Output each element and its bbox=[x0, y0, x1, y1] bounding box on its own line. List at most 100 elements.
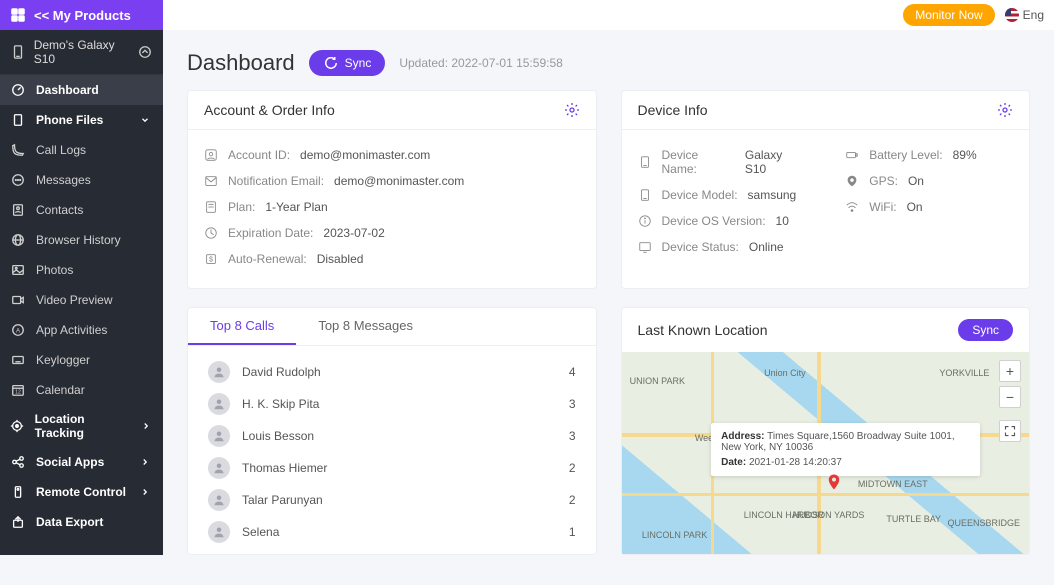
device-right-row-1: GPS: On bbox=[845, 168, 1013, 194]
call-row-count: 4 bbox=[558, 365, 576, 379]
map[interactable]: Union CityWeeLINCOLN HARBORHUDSON YARDSM… bbox=[622, 352, 1030, 554]
sidebar-item-location-tracking[interactable]: Location Tracking bbox=[0, 405, 163, 447]
call-row-count: 1 bbox=[558, 525, 576, 539]
call-row-name: David Rudolph bbox=[242, 365, 352, 379]
account-row-0: Account ID: demo@monimaster.com bbox=[204, 142, 580, 168]
sidebar-item-contacts[interactable]: Contacts bbox=[0, 195, 163, 225]
map-zoom-in-button[interactable]: + bbox=[999, 360, 1021, 382]
device-left-row-3: Device Status: Online bbox=[638, 234, 806, 260]
sidebar-item-keylogger[interactable]: Keylogger bbox=[0, 345, 163, 375]
my-products-label: << My Products bbox=[34, 8, 131, 23]
sidebar-item-label: Photos bbox=[36, 263, 73, 277]
call-row-1[interactable]: H. K. Skip Pita3 bbox=[208, 388, 576, 420]
sidebar-item-label: Video Preview bbox=[36, 293, 113, 307]
export-icon bbox=[10, 514, 26, 530]
gps-icon bbox=[845, 174, 859, 188]
device-right-row-2-value: On bbox=[907, 200, 923, 214]
sidebar-device-selector[interactable]: Demo's Galaxy S10 bbox=[0, 30, 163, 75]
clock-icon bbox=[204, 226, 218, 240]
call-row-bar bbox=[364, 401, 546, 407]
account-settings-gear-icon[interactable] bbox=[564, 102, 580, 118]
wifi-icon bbox=[845, 200, 859, 214]
sidebar-item-data-export[interactable]: Data Export bbox=[0, 507, 163, 537]
phone-icon bbox=[10, 142, 26, 158]
sidebar-item-dashboard[interactable]: Dashboard bbox=[0, 75, 163, 105]
map-zoom-out-button[interactable]: − bbox=[999, 386, 1021, 408]
tab-top-messages[interactable]: Top 8 Messages bbox=[296, 308, 435, 345]
sidebar-item-browser-history[interactable]: Browser History bbox=[0, 225, 163, 255]
sidebar-item-app-activities[interactable]: AApp Activities bbox=[0, 315, 163, 345]
location-sync-button[interactable]: Sync bbox=[958, 319, 1013, 341]
call-row-name: Louis Besson bbox=[242, 429, 352, 443]
call-row-3[interactable]: Thomas Hiemer 2 bbox=[208, 452, 576, 484]
sidebar-item-label: Call Logs bbox=[36, 143, 86, 157]
device-right-row-0: Battery Level: 89% bbox=[845, 142, 1013, 168]
sidebar-item-photos[interactable]: Photos bbox=[0, 255, 163, 285]
call-row-count: 3 bbox=[558, 397, 576, 411]
account-info-card: Account & Order Info Account ID: demo@mo… bbox=[187, 90, 597, 289]
avatar-icon bbox=[208, 393, 230, 415]
map-marker-icon[interactable] bbox=[825, 473, 843, 491]
account-row-3: Expiration Date: 2023-07-02 bbox=[204, 220, 580, 246]
sidebar-item-remote-control[interactable]: Remote Control bbox=[0, 477, 163, 507]
sidebar-item-messages[interactable]: Messages bbox=[0, 165, 163, 195]
sidebar-item-label: Calendar bbox=[36, 383, 85, 397]
map-place-label: HUDSON YARDS bbox=[793, 510, 865, 520]
call-row-bar bbox=[364, 497, 546, 503]
avatar-icon bbox=[208, 489, 230, 511]
device-right-row-0-label: Battery Level: bbox=[869, 148, 942, 162]
chevron-right-icon bbox=[138, 418, 153, 434]
sidebar-item-social-apps[interactable]: Social Apps bbox=[0, 447, 163, 477]
device-left-row-0-label: Device Name: bbox=[662, 148, 735, 176]
call-row-bar bbox=[364, 433, 546, 439]
call-row-count: 2 bbox=[558, 461, 576, 475]
language-selector[interactable]: Eng bbox=[1005, 8, 1044, 22]
tab-top-calls[interactable]: Top 8 Calls bbox=[188, 308, 296, 345]
device-left-row-0: Device Name: Galaxy S10 bbox=[638, 142, 806, 182]
map-place-label: Union City bbox=[764, 368, 806, 378]
account-row-2: Plan: 1-Year Plan bbox=[204, 194, 580, 220]
device-left-row-2-value: 10 bbox=[776, 214, 789, 228]
device-icon bbox=[638, 188, 652, 202]
call-row-2[interactable]: Louis Besson3 bbox=[208, 420, 576, 452]
my-products-link[interactable]: << My Products bbox=[0, 0, 163, 30]
keyboard-icon bbox=[10, 352, 26, 368]
sidebar-item-call-logs[interactable]: Call Logs bbox=[0, 135, 163, 165]
sidebar-item-label: Data Export bbox=[36, 515, 103, 529]
sync-button[interactable]: Sync bbox=[309, 50, 386, 76]
device-info-card: Device Info Device Name: Galaxy S10Devic… bbox=[621, 90, 1031, 289]
call-row-0[interactable]: David Rudolph 4 bbox=[208, 356, 576, 388]
device-left-row-1-value: samsung bbox=[748, 188, 797, 202]
plan-icon bbox=[204, 200, 218, 214]
device-left-row-0-value: Galaxy S10 bbox=[745, 148, 805, 176]
sidebar-item-label: Dashboard bbox=[36, 83, 99, 97]
device-left-row-1-label: Device Model: bbox=[662, 188, 738, 202]
map-place-label: UNION PARK bbox=[630, 376, 685, 386]
map-fullscreen-button[interactable] bbox=[999, 420, 1021, 442]
device-settings-gear-icon[interactable] bbox=[997, 102, 1013, 118]
call-row-4[interactable]: Talar Parunyan2 bbox=[208, 484, 576, 516]
device-right-row-2-label: WiFi: bbox=[869, 200, 896, 214]
device-right-row-1-label: GPS: bbox=[869, 174, 898, 188]
sidebar-item-label: Keylogger bbox=[36, 353, 90, 367]
call-row-name: Talar Parunyan bbox=[242, 493, 352, 507]
device-left-row-1: Device Model: samsung bbox=[638, 182, 806, 208]
apps-icon: A bbox=[10, 322, 26, 338]
sidebar-item-phone-files[interactable]: Phone Files bbox=[0, 105, 163, 135]
call-row-name: Thomas Hiemer bbox=[242, 461, 352, 475]
dashboard-icon bbox=[10, 82, 26, 98]
popup-address-label: Address: bbox=[721, 431, 764, 442]
contacts-icon bbox=[10, 202, 26, 218]
svg-text:$: $ bbox=[209, 257, 213, 264]
call-row-bar bbox=[364, 465, 546, 471]
sidebar-device-name: Demo's Galaxy S10 bbox=[34, 38, 138, 66]
calendar-icon: 12 bbox=[10, 382, 26, 398]
monitor-now-button[interactable]: Monitor Now bbox=[903, 4, 994, 26]
sidebar-item-calendar[interactable]: 12 Calendar bbox=[0, 375, 163, 405]
files-icon bbox=[10, 112, 26, 128]
map-place-label: YORKVILLE bbox=[939, 368, 989, 378]
call-row-5[interactable]: Selena1 bbox=[208, 516, 576, 548]
account-row-3-label: Expiration Date: bbox=[228, 226, 313, 240]
sidebar-item-video-preview[interactable]: Video Preview bbox=[0, 285, 163, 315]
map-place-label: QUEENSBRIDGE bbox=[948, 518, 1021, 528]
